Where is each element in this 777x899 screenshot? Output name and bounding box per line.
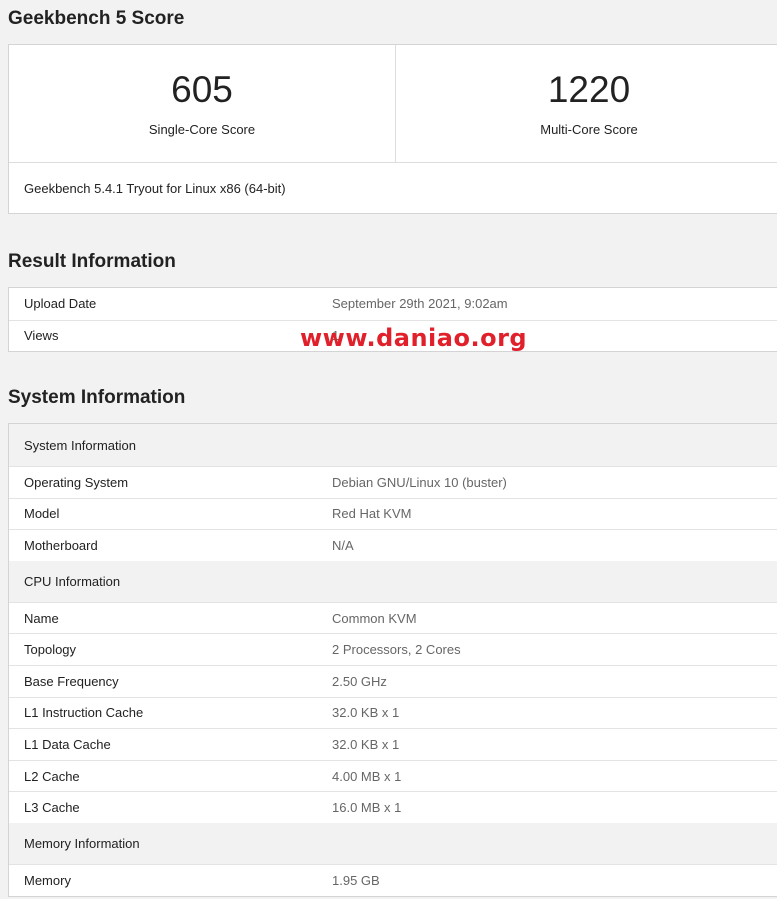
row-value: Debian GNU/Linux 10 (buster) xyxy=(332,474,507,490)
table-row: Topology 2 Processors, 2 Cores xyxy=(9,633,777,665)
group-header-system: System Information xyxy=(9,424,777,466)
benchmark-version: Geekbench 5.4.1 Tryout for Linux x86 (64… xyxy=(24,181,286,196)
row-key: Memory xyxy=(24,872,71,888)
table-row: L3 Cache 16.0 MB x 1 xyxy=(9,791,777,823)
table-row: Memory 1.95 GB xyxy=(9,863,777,896)
table-row: Model Red Hat KVM xyxy=(9,497,777,530)
system-table: System Information Operating System Debi… xyxy=(8,423,777,897)
row-key: Topology xyxy=(24,642,77,658)
row-key: Name xyxy=(24,610,59,626)
system-heading: System Information xyxy=(8,387,186,408)
row-key: Motherboard xyxy=(24,537,98,553)
table-row: Name Common KVM xyxy=(9,601,777,634)
multi-core-cell: 1220 Multi-Core Score xyxy=(395,45,777,162)
row-key: L2 Cache xyxy=(24,768,80,784)
score-row: 605 Single-Core Score 1220 Multi-Core Sc… xyxy=(9,45,777,163)
row-value: 16.0 MB x 1 xyxy=(332,800,402,816)
row-value: 32.0 KB x 1 xyxy=(332,705,400,721)
table-row: L2 Cache 4.00 MB x 1 xyxy=(9,759,777,792)
multi-core-label: Multi-Core Score xyxy=(540,122,638,137)
row-value: N/A xyxy=(332,537,354,553)
row-value: September 29th 2021, 9:02am xyxy=(332,296,508,312)
row-value: 2 Processors, 2 Cores xyxy=(332,642,461,658)
row-value: Common KVM xyxy=(332,610,417,626)
single-core-label: Single-Core Score xyxy=(148,122,256,137)
row-value: 1.95 GB xyxy=(332,872,380,888)
multi-core-score: 1220 xyxy=(547,69,631,110)
row-key: Views xyxy=(24,328,59,344)
table-row: L1 Data Cache 32.0 KB x 1 xyxy=(9,728,777,760)
single-core-cell: 605 Single-Core Score xyxy=(9,45,395,162)
row-key: Upload Date xyxy=(24,296,97,312)
row-key: Base Frequency xyxy=(24,673,119,689)
row-key: L3 Cache xyxy=(24,800,80,816)
table-row: L1 Instruction Cache 32.0 KB x 1 xyxy=(9,696,777,729)
result-heading: Result Information xyxy=(8,251,176,272)
score-heading: Geekbench 5 Score xyxy=(8,8,185,29)
row-value: 2.50 GHz xyxy=(332,673,387,689)
row-key: L1 Instruction Cache xyxy=(24,705,144,721)
row-key: L1 Data Cache xyxy=(24,736,111,752)
table-row: Base Frequency 2.50 GHz xyxy=(9,664,777,697)
group-header-memory: Memory Information xyxy=(9,822,777,864)
watermark: www.daniao.org xyxy=(300,324,528,352)
table-row: Operating System Debian GNU/Linux 10 (bu… xyxy=(9,466,777,498)
row-value: Red Hat KVM xyxy=(332,506,412,522)
table-row: Motherboard N/A xyxy=(9,529,777,561)
row-value: 32.0 KB x 1 xyxy=(332,736,400,752)
table-row: Upload Date September 29th 2021, 9:02am xyxy=(9,288,777,320)
row-key: Operating System xyxy=(24,474,129,490)
single-core-score: 605 xyxy=(171,69,233,110)
score-card: 605 Single-Core Score 1220 Multi-Core Sc… xyxy=(8,44,777,214)
row-key: Model xyxy=(24,506,60,522)
group-header-cpu: CPU Information xyxy=(9,560,777,602)
row-value: 4.00 MB x 1 xyxy=(332,768,402,784)
